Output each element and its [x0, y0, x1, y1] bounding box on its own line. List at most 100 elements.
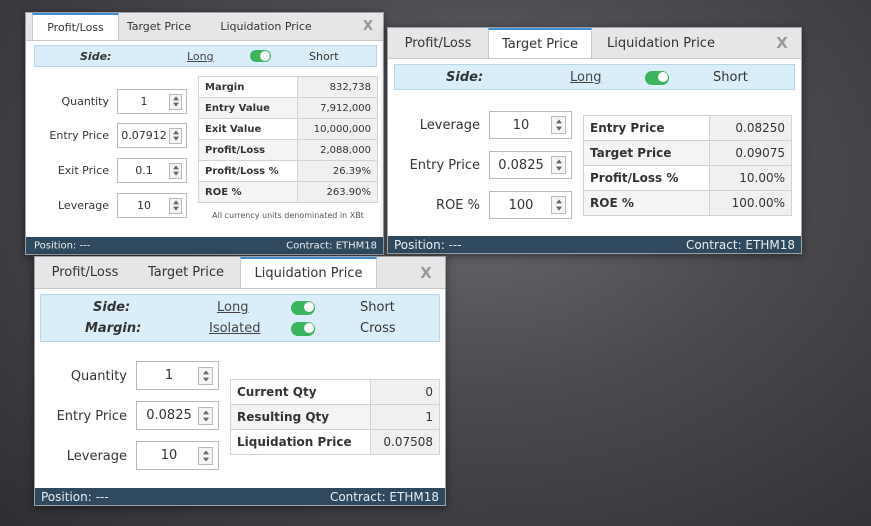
- position-status: Position: ---: [34, 240, 91, 251]
- tab-profit-loss[interactable]: Profit/Loss: [40, 257, 130, 288]
- result-key: Liquidation Price: [229, 429, 372, 455]
- tab-liquidation-price[interactable]: Liquidation Price: [596, 28, 726, 58]
- result-key: Profit/Loss %: [583, 165, 710, 191]
- close-icon[interactable]: X: [413, 257, 439, 288]
- status-footer: Position: --- Contract: ETHM18: [26, 237, 383, 254]
- stepper-arrows-icon[interactable]: [169, 162, 182, 179]
- stepper-arrows-icon[interactable]: [198, 446, 213, 465]
- quantity-stepper[interactable]: 1: [136, 361, 219, 390]
- tab-target-price[interactable]: Target Price: [138, 257, 234, 288]
- side-short-option[interactable]: Short: [713, 70, 748, 85]
- entry-price-label: Entry Price: [49, 129, 109, 142]
- exit-price-value[interactable]: 0.1: [118, 159, 170, 182]
- tab-liquidation-price[interactable]: Liquidation Price: [240, 257, 377, 288]
- side-toggle[interactable]: [291, 301, 315, 315]
- quantity-label: Quantity: [70, 369, 127, 384]
- side-long-option[interactable]: Long: [217, 300, 248, 315]
- leverage-value[interactable]: 10: [118, 194, 170, 217]
- entry-price-value[interactable]: 0.0825: [137, 402, 201, 429]
- exit-price-stepper[interactable]: 0.1: [117, 158, 187, 183]
- result-value: 0.07508: [370, 429, 440, 455]
- roe-label: ROE %: [436, 198, 480, 213]
- stepper-arrows-icon[interactable]: [198, 406, 213, 425]
- contract-status: Contract: ETHM18: [685, 237, 795, 252]
- stepper-arrows-icon[interactable]: [198, 366, 213, 385]
- entry-price-stepper[interactable]: 0.07912: [117, 123, 187, 148]
- result-value: 0.08250: [708, 115, 793, 141]
- result-key: Current Qty: [229, 379, 372, 405]
- result-key: Margin: [198, 76, 298, 98]
- side-toggle[interactable]: [250, 50, 271, 62]
- liquidation-price-calculator: Profit/Loss Target Price Liquidation Pri…: [34, 256, 446, 506]
- stepper-arrows-icon[interactable]: [169, 93, 182, 110]
- entry-price-value[interactable]: 0.07912: [118, 124, 170, 147]
- side-long-option[interactable]: Long: [570, 70, 601, 85]
- leverage-stepper[interactable]: 10: [489, 111, 572, 139]
- tab-target-price[interactable]: Target Price: [488, 28, 592, 58]
- table-row: ROE % 263.90%: [198, 181, 379, 203]
- stepper-arrows-icon[interactable]: [551, 116, 566, 134]
- entry-price-stepper[interactable]: 0.0825: [489, 151, 572, 179]
- side-short-option[interactable]: Short: [309, 50, 339, 63]
- tab-profit-loss[interactable]: Profit/Loss: [32, 13, 119, 40]
- stepper-arrows-icon[interactable]: [551, 156, 566, 174]
- result-value: 0: [370, 379, 440, 405]
- result-key: Profit/Loss %: [198, 160, 298, 182]
- tab-profit-loss[interactable]: Profit/Loss: [391, 28, 485, 58]
- tab-liquidation-price[interactable]: Liquidation Price: [211, 13, 321, 40]
- profit-loss-calculator: Profit/Loss Target Price Liquidation Pri…: [25, 12, 384, 255]
- entry-price-stepper[interactable]: 0.0825: [136, 401, 219, 430]
- result-key: Entry Value: [198, 97, 298, 119]
- roe-stepper[interactable]: 100: [489, 191, 572, 219]
- entry-price-label: Entry Price: [409, 158, 480, 173]
- tab-target-price[interactable]: Target Price: [119, 13, 199, 40]
- close-icon[interactable]: X: [357, 13, 379, 40]
- leverage-label: Leverage: [66, 449, 127, 464]
- leverage-value[interactable]: 10: [490, 112, 552, 138]
- margin-toggle[interactable]: [291, 322, 315, 336]
- stepper-arrows-icon[interactable]: [551, 196, 566, 214]
- table-row: Target Price 0.09075: [583, 140, 793, 166]
- tab-bar: Profit/Loss Target Price Liquidation Pri…: [26, 13, 383, 41]
- quantity-stepper[interactable]: 1: [117, 89, 187, 114]
- result-key: Resulting Qty: [229, 404, 372, 430]
- side-toggle[interactable]: [645, 71, 669, 85]
- roe-value[interactable]: 100: [490, 192, 552, 218]
- result-value: 2,088,000: [296, 139, 379, 161]
- margin-cross-option[interactable]: Cross: [360, 321, 396, 336]
- contract-status: Contract: ETHM18: [286, 240, 377, 251]
- quantity-label: Quantity: [61, 95, 109, 108]
- side-long-option[interactable]: Long: [187, 50, 214, 63]
- margin-isolated-option[interactable]: Isolated: [209, 321, 261, 336]
- entry-price-label: Entry Price: [56, 409, 127, 424]
- table-row: Margin 832,738: [198, 76, 379, 98]
- side-label: Side:: [80, 50, 112, 63]
- table-row: Entry Price 0.08250: [583, 115, 793, 141]
- leverage-value[interactable]: 10: [137, 442, 201, 469]
- leverage-stepper[interactable]: 10: [117, 193, 187, 218]
- table-row: ROE % 100.00%: [583, 190, 793, 216]
- results-table: Entry Price 0.08250 Target Price 0.09075 P…: [583, 115, 793, 216]
- table-row: Entry Value 7,912,000: [198, 97, 379, 119]
- result-key: Exit Value: [198, 118, 298, 140]
- results-table: Margin 832,738 Entry Value 7,912,000 Exit …: [198, 76, 379, 203]
- leverage-label: Leverage: [419, 118, 480, 133]
- entry-price-value[interactable]: 0.0825: [490, 152, 552, 178]
- side-selector: Side: Long Short: [394, 64, 795, 90]
- target-price-calculator: Profit/Loss Target Price Liquidation Pri…: [387, 27, 802, 254]
- result-value: 10,000,000: [296, 118, 379, 140]
- result-value: 1: [370, 404, 440, 430]
- result-key: Entry Price: [583, 115, 710, 141]
- side-label: Side:: [446, 70, 484, 85]
- result-value: 7,912,000: [296, 97, 379, 119]
- stepper-arrows-icon[interactable]: [169, 197, 182, 214]
- quantity-value[interactable]: 1: [137, 362, 201, 389]
- leverage-stepper[interactable]: 10: [136, 441, 219, 470]
- tab-bar: Profit/Loss Target Price Liquidation Pri…: [388, 28, 801, 59]
- quantity-value[interactable]: 1: [118, 90, 170, 113]
- close-icon[interactable]: X: [769, 28, 795, 58]
- side-short-option[interactable]: Short: [360, 300, 395, 315]
- stepper-arrows-icon[interactable]: [169, 127, 182, 144]
- side-label: Side:: [93, 300, 131, 315]
- result-value: 26.39%: [296, 160, 379, 182]
